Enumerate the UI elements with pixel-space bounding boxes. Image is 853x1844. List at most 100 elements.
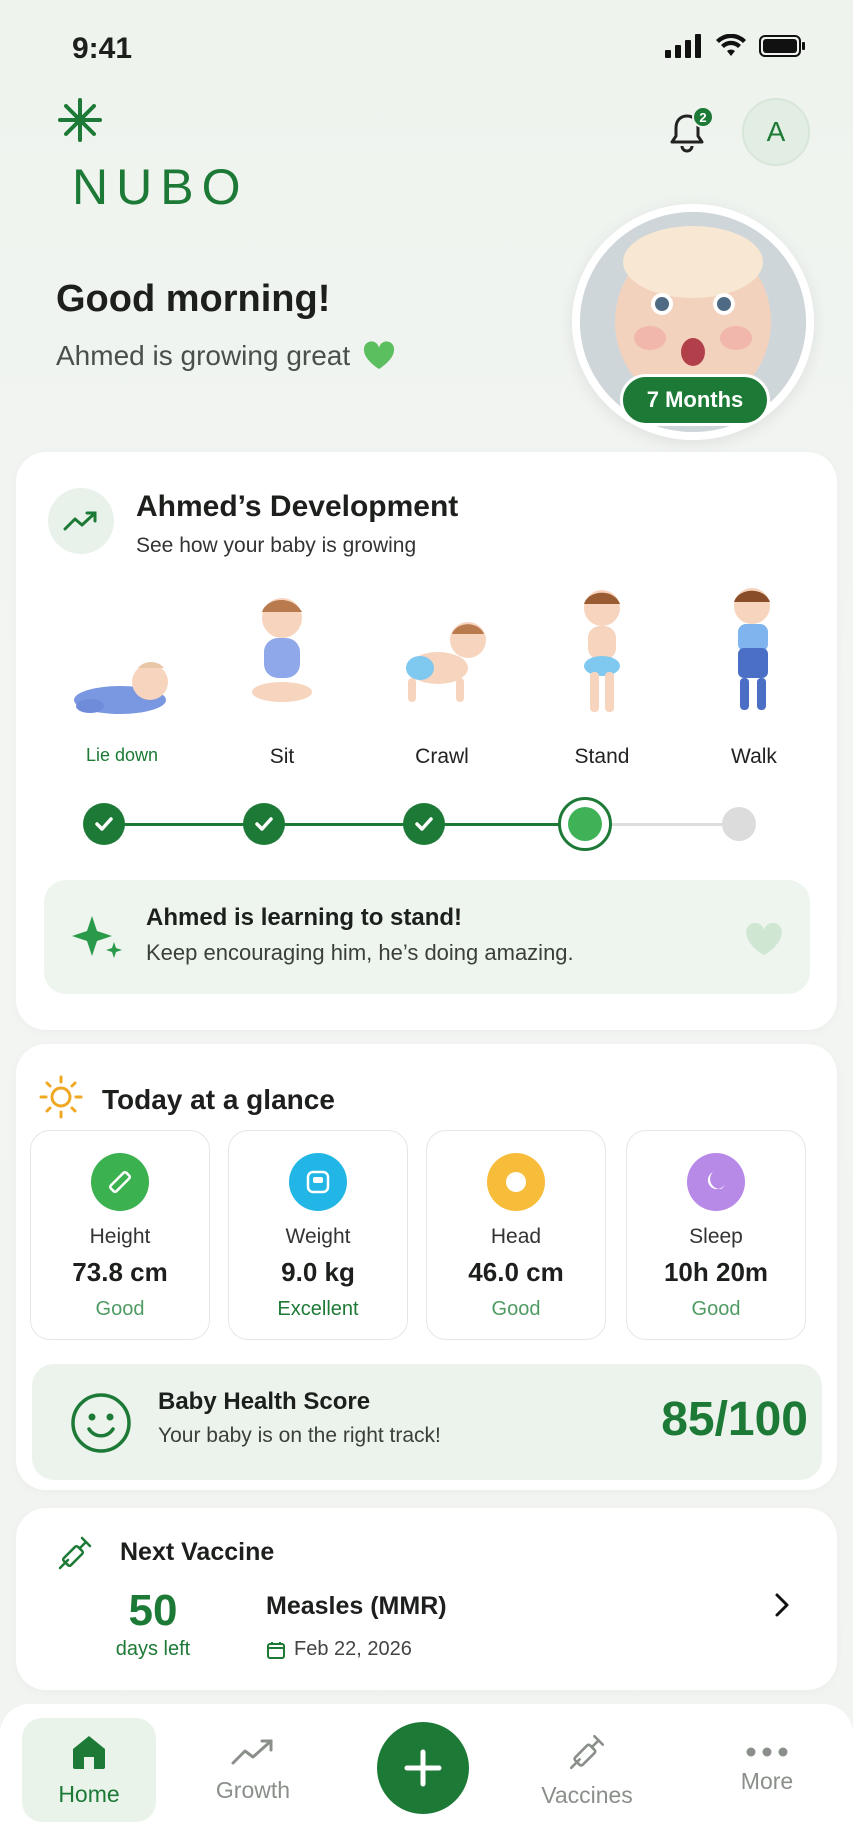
metric-sleep[interactable]: Sleep 10h 20m Good bbox=[626, 1130, 806, 1340]
metric-status: Good bbox=[491, 1298, 541, 1320]
development-title: Ahmed’s Development bbox=[136, 490, 459, 523]
metric-status: Excellent bbox=[277, 1298, 359, 1320]
growth-icon bbox=[231, 1739, 273, 1764]
head-icon bbox=[487, 1153, 545, 1211]
signal-icon bbox=[665, 34, 701, 58]
notification-badge: 2 bbox=[692, 106, 714, 128]
status-icons bbox=[665, 34, 807, 58]
learning-banner: Ahmed is learning to stand! Keep encoura… bbox=[44, 880, 810, 994]
stage-label: Stand bbox=[574, 745, 630, 768]
vaccine-date-text: Feb 22, 2026 bbox=[294, 1638, 412, 1660]
nav-vaccines[interactable]: Vaccines bbox=[520, 1718, 654, 1822]
moon-icon bbox=[687, 1153, 745, 1211]
learning-title: Ahmed is learning to stand! bbox=[146, 904, 463, 931]
health-score-value: 85/100 bbox=[661, 1393, 808, 1446]
nav-more[interactable]: More bbox=[700, 1718, 834, 1822]
milestone-dot-done bbox=[83, 803, 125, 845]
nav-growth[interactable]: Growth bbox=[186, 1718, 320, 1822]
more-icon bbox=[746, 1747, 788, 1756]
check-icon bbox=[95, 817, 113, 831]
nav-vaccines-label: Vaccines bbox=[541, 1781, 633, 1808]
crawling-baby-icon bbox=[406, 622, 486, 702]
add-button[interactable] bbox=[377, 1722, 469, 1814]
sparkle-icon bbox=[72, 912, 124, 965]
plus-icon bbox=[404, 1749, 442, 1787]
green-heart-icon bbox=[364, 341, 395, 369]
metric-name: Head bbox=[490, 1225, 542, 1248]
milestone-dot-done bbox=[403, 803, 445, 845]
metric-value: 10h 20m bbox=[663, 1257, 769, 1287]
health-score-subtitle: Your baby is on the right track! bbox=[158, 1424, 441, 1447]
status-time: 9:41 bbox=[72, 32, 133, 65]
trend-up-icon bbox=[48, 488, 114, 554]
metric-value: 46.0 cm bbox=[468, 1257, 564, 1287]
glance-title: Today at a glance bbox=[102, 1084, 335, 1115]
nav-home[interactable]: Home bbox=[22, 1718, 156, 1822]
age-badge: 7 Months bbox=[620, 374, 770, 426]
metric-weight[interactable]: Weight 9.0 kg Excellent bbox=[228, 1130, 408, 1340]
check-icon bbox=[415, 817, 433, 831]
stage-sit[interactable]: Sit bbox=[212, 582, 352, 769]
metric-height[interactable]: Height 73.8 cm Good bbox=[30, 1130, 210, 1340]
metric-value: 73.8 cm bbox=[72, 1257, 168, 1287]
standing-baby-icon bbox=[584, 590, 620, 712]
metric-name: Weight bbox=[285, 1225, 351, 1248]
health-score-title: Baby Health Score bbox=[158, 1388, 371, 1415]
nav-home-label: Home bbox=[58, 1780, 120, 1807]
next-vaccine-card[interactable]: Next Vaccine 50 days left Measles (MMR) … bbox=[16, 1508, 837, 1690]
development-subtitle: See how your baby is growing bbox=[136, 534, 417, 557]
vaccine-days: 50 bbox=[128, 1586, 178, 1635]
logo-text: NUBO bbox=[72, 159, 249, 215]
scale-icon bbox=[289, 1153, 347, 1211]
stage-label: Walk bbox=[731, 745, 777, 768]
greeting-subtitle: Ahmed is growing great bbox=[56, 340, 396, 372]
stage-lie-down[interactable]: Lie down bbox=[52, 582, 192, 766]
glance-card: Today at a glance Height 73.8 cm Good We… bbox=[16, 1044, 837, 1490]
wifi-icon bbox=[716, 34, 746, 56]
check-icon bbox=[255, 817, 273, 831]
learning-subtitle: Keep encouraging him, he’s doing amazing… bbox=[146, 940, 574, 965]
syringe-icon bbox=[56, 1534, 94, 1577]
greeting-subtitle-text: Ahmed is growing great bbox=[56, 340, 351, 371]
stage-label: Sit bbox=[269, 745, 295, 768]
stage-label: Crawl bbox=[415, 745, 469, 768]
vaccine-title: Next Vaccine bbox=[120, 1538, 275, 1566]
stage-crawl[interactable]: Crawl bbox=[372, 582, 512, 769]
sun-icon bbox=[38, 1074, 84, 1125]
vaccine-name: Measles (MMR) bbox=[266, 1592, 447, 1620]
syringe-nav-icon bbox=[569, 1734, 605, 1769]
metric-status: Good bbox=[95, 1298, 145, 1320]
vaccine-date: Feb 22, 2026 bbox=[266, 1638, 412, 1661]
milestone-dot-done bbox=[243, 803, 285, 845]
ruler-icon bbox=[91, 1153, 149, 1211]
development-card: Ahmed’s Development See how your baby is… bbox=[16, 452, 837, 1030]
metric-name: Height bbox=[89, 1225, 151, 1248]
sitting-baby-icon bbox=[252, 598, 312, 702]
metric-head[interactable]: Head 46.0 cm Good bbox=[426, 1130, 606, 1340]
nav-more-label: More bbox=[740, 1767, 794, 1794]
stage-label: Lie down bbox=[85, 745, 159, 765]
vaccine-days-label: days left bbox=[115, 1638, 191, 1660]
heart-icon[interactable] bbox=[744, 922, 784, 963]
walking-baby-icon bbox=[734, 588, 770, 710]
battery-icon bbox=[759, 35, 805, 57]
milestone-track-progress bbox=[104, 823, 604, 826]
smiley-icon bbox=[70, 1392, 132, 1459]
metric-status: Good bbox=[691, 1298, 741, 1320]
chevron-right-icon[interactable] bbox=[767, 1590, 797, 1620]
greeting-title: Good morning! bbox=[56, 278, 331, 320]
nav-growth-label: Growth bbox=[215, 1776, 291, 1803]
logo-mark-icon bbox=[56, 96, 104, 149]
profile-avatar[interactable]: A bbox=[742, 98, 810, 166]
bottom-nav: Home Growth Vaccines More bbox=[0, 1704, 853, 1844]
home-icon bbox=[73, 1735, 105, 1769]
lying-baby-icon bbox=[74, 662, 168, 714]
stage-stand[interactable]: Stand bbox=[532, 582, 672, 769]
stage-walk[interactable]: Walk bbox=[684, 582, 824, 769]
milestone-dot-future bbox=[722, 807, 756, 841]
metric-value: 9.0 kg bbox=[281, 1257, 355, 1287]
milestone-dot-current bbox=[558, 797, 612, 851]
metric-name: Sleep bbox=[689, 1225, 743, 1248]
calendar-icon bbox=[267, 1641, 285, 1659]
health-score-banner[interactable]: Baby Health Score Your baby is on the ri… bbox=[32, 1364, 822, 1480]
